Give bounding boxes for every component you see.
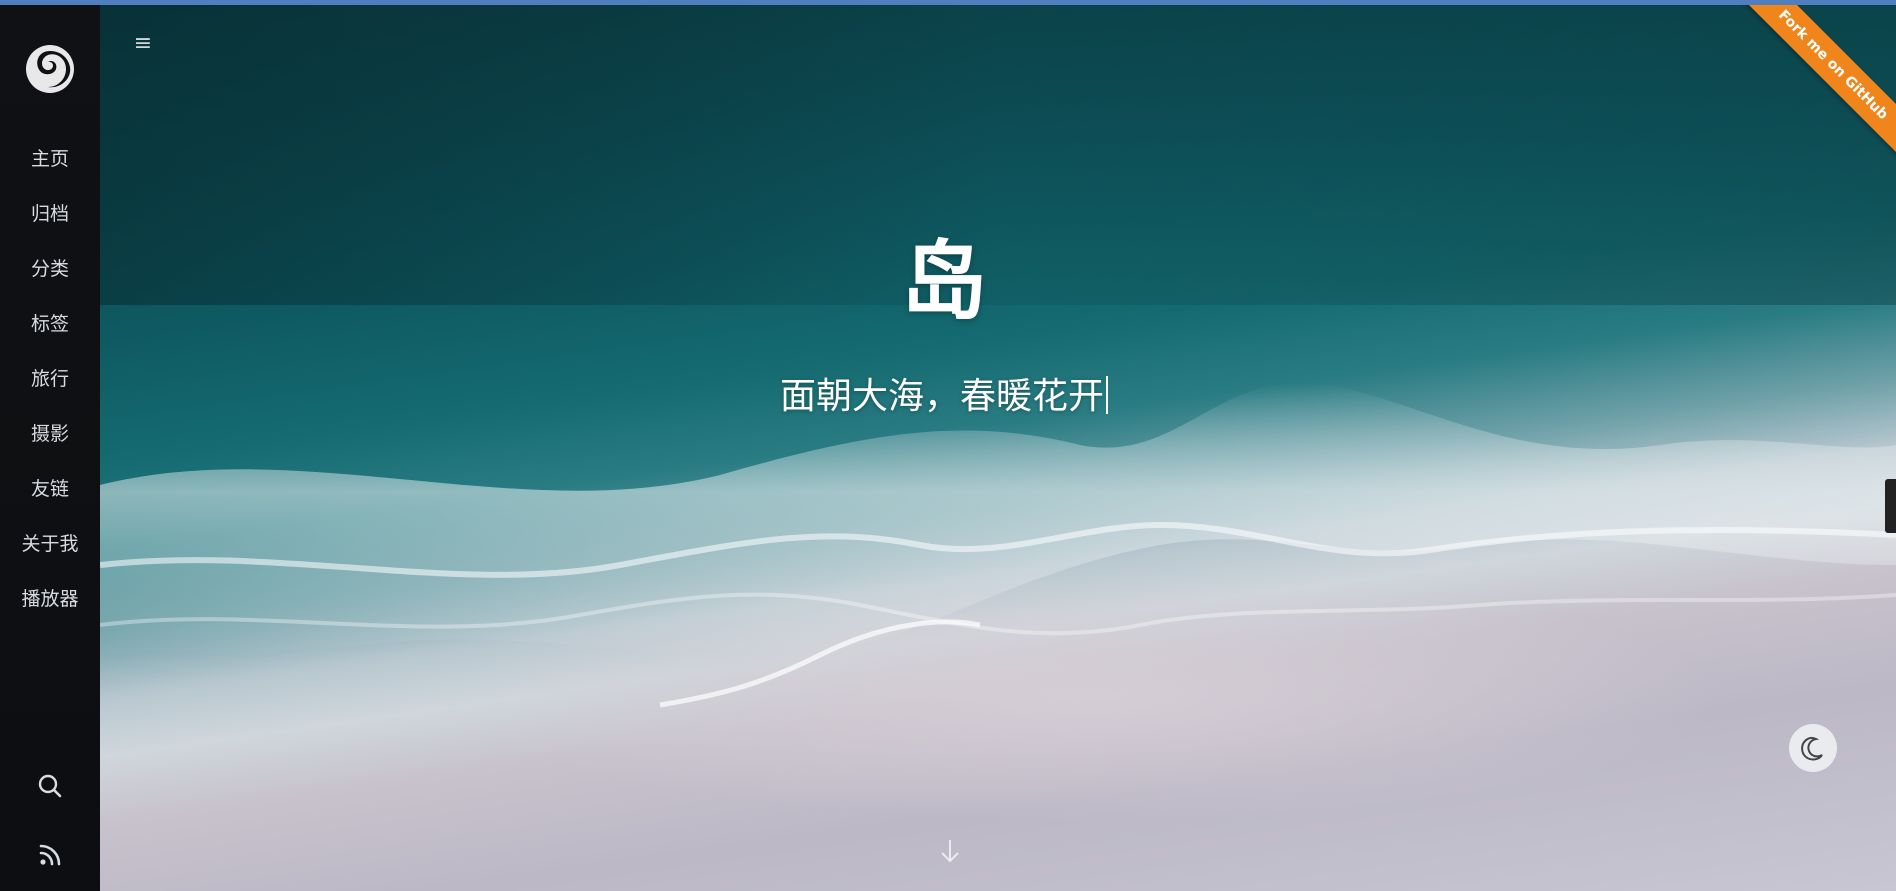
- hero-subtitle: 面朝大海，春暖花开: [779, 376, 1104, 417]
- search-icon[interactable]: [35, 771, 65, 801]
- hero-subtitle-line: 面朝大海，春暖花开: [100, 372, 1788, 422]
- hamburger-menu-icon[interactable]: ≡: [128, 29, 158, 59]
- sidebar-item-about[interactable]: 关于我: [0, 527, 100, 582]
- surf-wave-decoration: [100, 5, 1896, 708]
- sidebar-nav: 主页 归档 分类 标签 旅行 摄影 友链 关于我 播放器: [0, 142, 100, 637]
- sidebar-item-archive[interactable]: 归档: [0, 197, 100, 252]
- sidebar-item-player[interactable]: 播放器: [0, 582, 100, 637]
- side-panel-handle[interactable]: [1885, 479, 1896, 533]
- sidebar-item-friend-links[interactable]: 友链: [0, 472, 100, 527]
- sidebar-item-travel[interactable]: 旅行: [0, 362, 100, 417]
- arrow-down-icon[interactable]: [935, 836, 965, 866]
- sidebar-item-tags[interactable]: 标签: [0, 307, 100, 362]
- page: 主页 归档 分类 标签 旅行 摄影 友链 关于我 播放器 ≡ 岛 面朝大海，春暖…: [0, 0, 1896, 891]
- sidebar-item-categories[interactable]: 分类: [0, 252, 100, 307]
- moon-icon: [1801, 736, 1823, 761]
- fork-me-github-ribbon[interactable]: Fork me on GitHub: [1739, 0, 1896, 159]
- top-accent-bar: [0, 0, 1896, 5]
- hero-banner: [100, 5, 1896, 891]
- theme-toggle-button[interactable]: [1789, 724, 1837, 772]
- github-ribbon-container: Fork me on GitHub: [1726, 0, 1896, 170]
- typing-cursor: [1106, 376, 1108, 414]
- sidebar: 主页 归档 分类 标签 旅行 摄影 友链 关于我 播放器: [0, 5, 100, 891]
- swirl-logo-icon[interactable]: [24, 43, 76, 95]
- sidebar-item-photography[interactable]: 摄影: [0, 417, 100, 472]
- sidebar-item-home[interactable]: 主页: [0, 142, 100, 197]
- site-title: 岛: [901, 232, 987, 332]
- rss-icon[interactable]: [35, 840, 65, 870]
